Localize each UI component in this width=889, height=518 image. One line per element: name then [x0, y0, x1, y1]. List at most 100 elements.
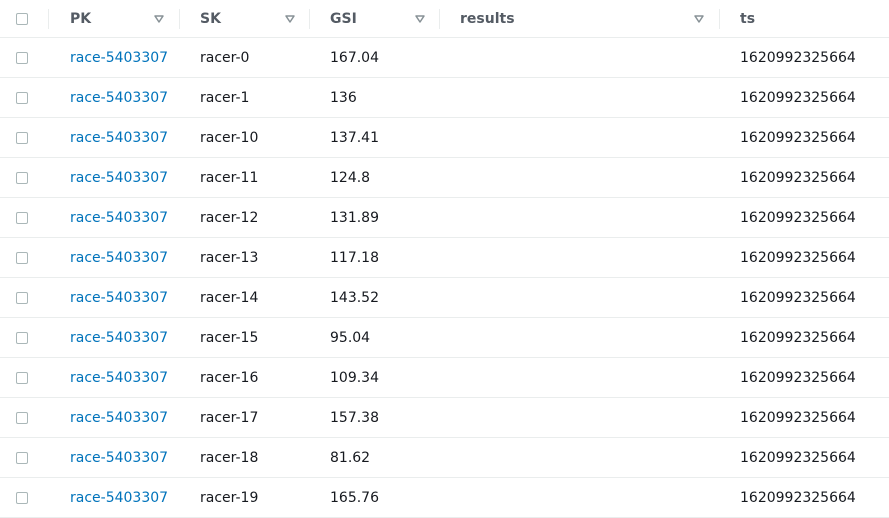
cell-ts: 1620992325664	[740, 489, 856, 506]
table-row[interactable]: race-5403307 racer-12 131.89 1620992325664	[0, 198, 889, 238]
sort-caret-down-icon[interactable]	[153, 13, 165, 25]
select-all-checkbox[interactable]	[16, 12, 28, 25]
cell-pk[interactable]: race-5403307	[70, 118, 168, 157]
cell-sk: racer-0	[200, 49, 250, 66]
cell-pk[interactable]: race-5403307	[70, 318, 168, 357]
row-checkbox[interactable]	[16, 371, 28, 384]
cell-sk: racer-19	[200, 489, 259, 506]
cell-ts: 1620992325664	[740, 49, 856, 66]
column-divider[interactable]	[719, 9, 720, 29]
cell-pk[interactable]: race-5403307	[70, 158, 168, 197]
row-checkbox[interactable]	[16, 171, 28, 184]
table-row[interactable]: race-5403307 racer-15 95.04 1620992325664	[0, 318, 889, 358]
cell-ts: 1620992325664	[740, 409, 856, 426]
row-checkbox[interactable]	[16, 411, 28, 424]
table-row[interactable]: race-5403307 racer-18 81.62 1620992325664	[0, 438, 889, 478]
row-select-cell[interactable]	[16, 238, 30, 277]
pk-link[interactable]: race-5403307	[70, 250, 168, 266]
cell-pk[interactable]: race-5403307	[70, 78, 168, 117]
column-header-pk[interactable]: PK	[70, 0, 91, 37]
column-divider[interactable]	[179, 9, 180, 29]
cell-gsi: 117.18	[330, 249, 379, 266]
row-select-cell[interactable]	[16, 478, 30, 517]
table-row[interactable]: race-5403307 racer-1 136 1620992325664	[0, 78, 889, 118]
row-select-cell[interactable]	[16, 278, 30, 317]
cell-sk: racer-15	[200, 329, 259, 346]
column-header-label: results	[460, 10, 515, 27]
row-checkbox[interactable]	[16, 491, 28, 504]
cell-sk: racer-13	[200, 249, 259, 266]
pk-link[interactable]: race-5403307	[70, 50, 168, 66]
pk-link[interactable]: race-5403307	[70, 210, 168, 226]
column-divider[interactable]	[439, 9, 440, 29]
table-body: race-5403307 racer-0 167.04 1620992325664 ra…	[0, 38, 889, 518]
row-checkbox[interactable]	[16, 451, 28, 464]
pk-link[interactable]: race-5403307	[70, 130, 168, 146]
table-row[interactable]: race-5403307 racer-17 157.38 1620992325664	[0, 398, 889, 438]
column-header-label: ts	[740, 10, 756, 27]
row-select-cell[interactable]	[16, 358, 30, 397]
pk-link[interactable]: race-5403307	[70, 290, 168, 306]
cell-sk: racer-16	[200, 369, 259, 386]
select-all-cell[interactable]	[16, 0, 30, 37]
cell-ts: 1620992325664	[740, 209, 856, 226]
pk-link[interactable]: race-5403307	[70, 90, 168, 106]
table-row[interactable]: race-5403307 racer-19 165.76 1620992325664	[0, 478, 889, 518]
table-row[interactable]: race-5403307 racer-10 137.41 1620992325664	[0, 118, 889, 158]
row-select-cell[interactable]	[16, 78, 30, 117]
row-select-cell[interactable]	[16, 318, 30, 357]
cell-pk[interactable]: race-5403307	[70, 398, 168, 437]
sort-caret-down-icon[interactable]	[693, 13, 705, 25]
table-row[interactable]: race-5403307 racer-16 109.34 1620992325664	[0, 358, 889, 398]
column-header-results[interactable]: results	[460, 0, 515, 37]
row-select-cell[interactable]	[16, 438, 30, 477]
pk-link[interactable]: race-5403307	[70, 170, 168, 186]
table-row[interactable]: race-5403307 racer-13 117.18 1620992325664	[0, 238, 889, 278]
row-checkbox[interactable]	[16, 291, 28, 304]
column-divider[interactable]	[309, 9, 310, 29]
cell-gsi: 95.04	[330, 329, 371, 346]
row-select-cell[interactable]	[16, 398, 30, 437]
pk-link[interactable]: race-5403307	[70, 330, 168, 346]
sort-caret-down-icon[interactable]	[414, 13, 426, 25]
row-checkbox[interactable]	[16, 131, 28, 144]
row-select-cell[interactable]	[16, 38, 30, 77]
row-select-cell[interactable]	[16, 158, 30, 197]
table-row[interactable]: race-5403307 racer-11 124.8 1620992325664	[0, 158, 889, 198]
row-select-cell[interactable]	[16, 198, 30, 237]
pk-link[interactable]: race-5403307	[70, 410, 168, 426]
table-row[interactable]: race-5403307 racer-0 167.04 1620992325664	[0, 38, 889, 78]
column-header-sk[interactable]: SK	[200, 0, 221, 37]
cell-gsi: 143.52	[330, 289, 379, 306]
cell-ts: 1620992325664	[740, 369, 856, 386]
cell-pk[interactable]: race-5403307	[70, 438, 168, 477]
cell-sk: racer-12	[200, 209, 259, 226]
column-header-gsi[interactable]: GSI	[330, 0, 357, 37]
row-checkbox[interactable]	[16, 51, 28, 64]
pk-link[interactable]: race-5403307	[70, 490, 168, 506]
cell-pk[interactable]: race-5403307	[70, 38, 168, 77]
sort-caret-down-icon[interactable]	[284, 13, 296, 25]
cell-pk[interactable]: race-5403307	[70, 478, 168, 517]
row-checkbox[interactable]	[16, 251, 28, 264]
cell-pk[interactable]: race-5403307	[70, 278, 168, 317]
column-divider[interactable]	[48, 9, 49, 29]
cell-sk: racer-1	[200, 89, 250, 106]
cell-pk[interactable]: race-5403307	[70, 238, 168, 277]
cell-gsi: 81.62	[330, 449, 371, 466]
row-checkbox[interactable]	[16, 211, 28, 224]
row-checkbox[interactable]	[16, 91, 28, 104]
column-header-label: GSI	[330, 10, 357, 27]
row-select-cell[interactable]	[16, 118, 30, 157]
cell-gsi: 137.41	[330, 129, 379, 146]
cell-gsi: 167.04	[330, 49, 379, 66]
pk-link[interactable]: race-5403307	[70, 370, 168, 386]
row-checkbox[interactable]	[16, 331, 28, 344]
cell-ts: 1620992325664	[740, 449, 856, 466]
column-header-label: SK	[200, 10, 221, 27]
pk-link[interactable]: race-5403307	[70, 450, 168, 466]
cell-pk[interactable]: race-5403307	[70, 358, 168, 397]
table-row[interactable]: race-5403307 racer-14 143.52 1620992325664	[0, 278, 889, 318]
column-header-ts[interactable]: ts	[740, 0, 755, 37]
cell-pk[interactable]: race-5403307	[70, 198, 168, 237]
